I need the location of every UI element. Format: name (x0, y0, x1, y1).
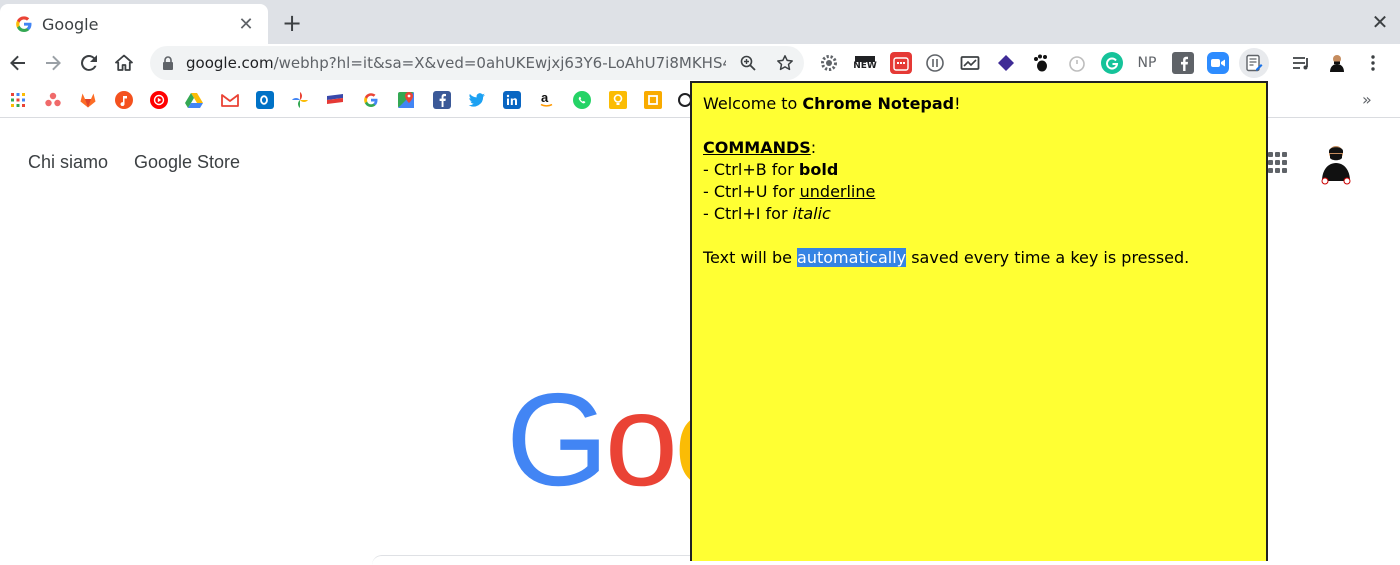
music-bookmark-icon[interactable] (115, 91, 133, 109)
autosave-line[interactable]: Text will be automatically saved every t… (703, 247, 1255, 269)
flag-bookmark-icon[interactable] (326, 91, 344, 109)
asana-bookmark-icon[interactable] (44, 91, 62, 109)
bookmark-star-icon[interactable] (775, 53, 795, 73)
home-icon (115, 54, 133, 71)
chrome-notepad-extension-icon[interactable] (1239, 48, 1269, 78)
home-button[interactable] (112, 51, 136, 75)
command-underline-line[interactable]: - Ctrl+U for underline (703, 181, 1255, 203)
address-bar[interactable]: google.com/webhp?hl=it&sa=X&ved=0ahUKEwj… (150, 46, 804, 80)
outlook-bookmark-icon[interactable] (256, 91, 274, 109)
gitlab-bookmark-icon[interactable] (79, 91, 97, 109)
google-apps-grid-icon[interactable] (1268, 152, 1288, 174)
whatsapp-bookmark-icon[interactable] (573, 91, 591, 109)
svg-text:a: a (541, 91, 549, 105)
menu-kebab-icon[interactable] (1362, 52, 1384, 74)
amazon-bookmark-icon[interactable]: a (538, 91, 556, 109)
reload-icon (80, 54, 97, 71)
account-avatar[interactable] (1316, 141, 1356, 185)
welcome-line[interactable]: Welcome to Chrome Notepad! (703, 93, 1255, 115)
stack-extension-icon[interactable] (995, 52, 1017, 74)
calendar-extension-icon[interactable] (890, 52, 912, 74)
search-box[interactable] (372, 555, 702, 565)
apps-grid-bookmark-icon[interactable] (9, 91, 27, 109)
profile-avatar[interactable] (1326, 52, 1348, 74)
google-store-link[interactable]: Google Store (134, 152, 240, 173)
screen-extension-icon[interactable] (959, 52, 981, 74)
tab-google[interactable]: Google ✕ (0, 4, 268, 44)
tab-title: Google (42, 14, 99, 34)
selected-text: automatically (797, 248, 907, 267)
np-extension-icon[interactable]: NP (1136, 52, 1158, 74)
url-text[interactable]: google.com/webhp?hl=it&sa=X&ved=0ahUKEwj… (186, 54, 726, 72)
google-favicon-icon (16, 16, 32, 32)
grammarly-extension-icon[interactable] (1101, 52, 1123, 74)
new-tab-button[interactable]: + (280, 11, 304, 36)
timer-extension-icon[interactable] (1066, 52, 1088, 74)
keep-bookmark-icon[interactable] (609, 91, 627, 109)
back-button[interactable] (6, 51, 30, 75)
chrome-notepad-popup[interactable]: Welcome to Chrome Notepad! COMMANDS: - C… (690, 81, 1268, 561)
zoom-video-extension-icon[interactable] (1207, 52, 1229, 74)
news-extension-icon[interactable]: NEW (853, 52, 877, 74)
media-queue-icon[interactable] (1290, 52, 1312, 74)
footprint-extension-icon[interactable] (1030, 52, 1052, 74)
reload-button[interactable] (77, 51, 101, 75)
youtube-music-bookmark-icon[interactable] (150, 91, 168, 109)
linkedin-bookmark-icon[interactable] (503, 91, 521, 109)
google-maps-bookmark-icon[interactable] (397, 91, 415, 109)
back-arrow-icon (10, 55, 25, 71)
gmail-bookmark-icon[interactable] (221, 91, 239, 109)
pinwheel-bookmark-icon[interactable] (291, 91, 309, 109)
tab-strip: Google ✕ + ✕ (0, 0, 1400, 44)
window-close-button[interactable]: ✕ (1368, 10, 1392, 34)
slides-bookmark-icon[interactable] (644, 91, 662, 109)
facebook-bookmark-icon[interactable] (433, 91, 451, 109)
bookmarks-overflow-chevron-icon[interactable]: » (1362, 90, 1372, 109)
zoom-icon[interactable] (738, 53, 758, 73)
command-bold-line[interactable]: - Ctrl+B for bold (703, 159, 1255, 181)
command-italic-line[interactable]: - Ctrl+I for italic (703, 203, 1255, 225)
info-circle-extension-icon[interactable] (924, 52, 946, 74)
tab-close-icon[interactable]: ✕ (236, 14, 256, 35)
app-name: Chrome Notepad (802, 94, 955, 113)
forward-arrow-icon (46, 55, 61, 71)
forward-button[interactable] (41, 51, 65, 75)
twitter-bookmark-icon[interactable] (468, 91, 486, 109)
facebook-extension-icon[interactable] (1172, 52, 1194, 74)
toolbar: google.com/webhp?hl=it&sa=X&ved=0ahUKEwj… (0, 44, 1400, 121)
chi-siamo-link[interactable]: Chi siamo (28, 152, 108, 173)
lock-icon[interactable] (162, 55, 176, 71)
commands-heading[interactable]: COMMANDS: (703, 137, 1255, 159)
google-drive-bookmark-icon[interactable] (185, 91, 203, 109)
google-search-bookmark-icon[interactable] (362, 91, 380, 109)
gear-extension-icon[interactable] (818, 52, 840, 74)
